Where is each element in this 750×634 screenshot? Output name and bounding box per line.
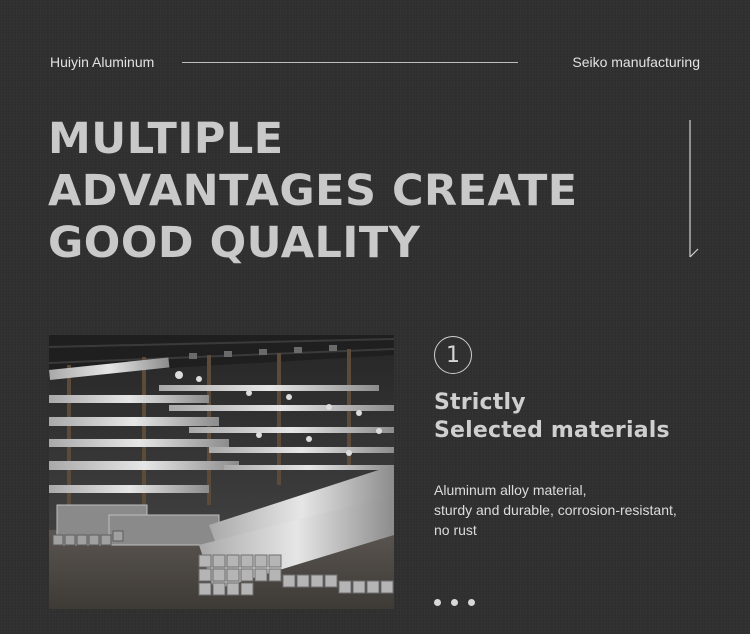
carousel-dot-2[interactable] — [451, 599, 458, 606]
divider-line — [182, 61, 519, 63]
feature-desc-line-2: sturdy and durable, corrosion-resistant, — [434, 502, 677, 518]
carousel-dot-3[interactable] — [468, 599, 475, 606]
feature-desc-line-3: no rust — [434, 522, 477, 538]
feature-description: Aluminum alloy material, sturdy and dura… — [434, 480, 724, 540]
headline-line-3: GOOD QUALITY — [48, 218, 421, 268]
brand-name: Huiyin Aluminum — [50, 54, 155, 70]
headline-line-2: ADVANTAGES CREATE — [48, 166, 578, 216]
feature-title-line-1: Strictly — [434, 390, 526, 415]
warehouse-aluminum-profiles-photo — [49, 335, 394, 609]
down-arrow-line-icon[interactable] — [684, 120, 700, 260]
feature-title: Strictly Selected materials — [434, 389, 724, 445]
feature-title-line-2: Selected materials — [434, 418, 670, 443]
feature-desc-line-1: Aluminum alloy material, — [434, 482, 587, 498]
top-bar: Huiyin Aluminum Seiko manufacturing — [50, 52, 700, 72]
carousel-dot-1[interactable] — [434, 599, 441, 606]
tagline: Seiko manufacturing — [572, 54, 700, 70]
headline-line-1: MULTIPLE — [48, 114, 284, 164]
headline: MULTIPLE ADVANTAGES CREATE GOOD QUALITY — [48, 113, 608, 269]
carousel-dots — [434, 599, 475, 606]
feature-block: 1 Strictly Selected materials Aluminum a… — [434, 336, 724, 540]
feature-number-badge: 1 — [434, 336, 472, 374]
